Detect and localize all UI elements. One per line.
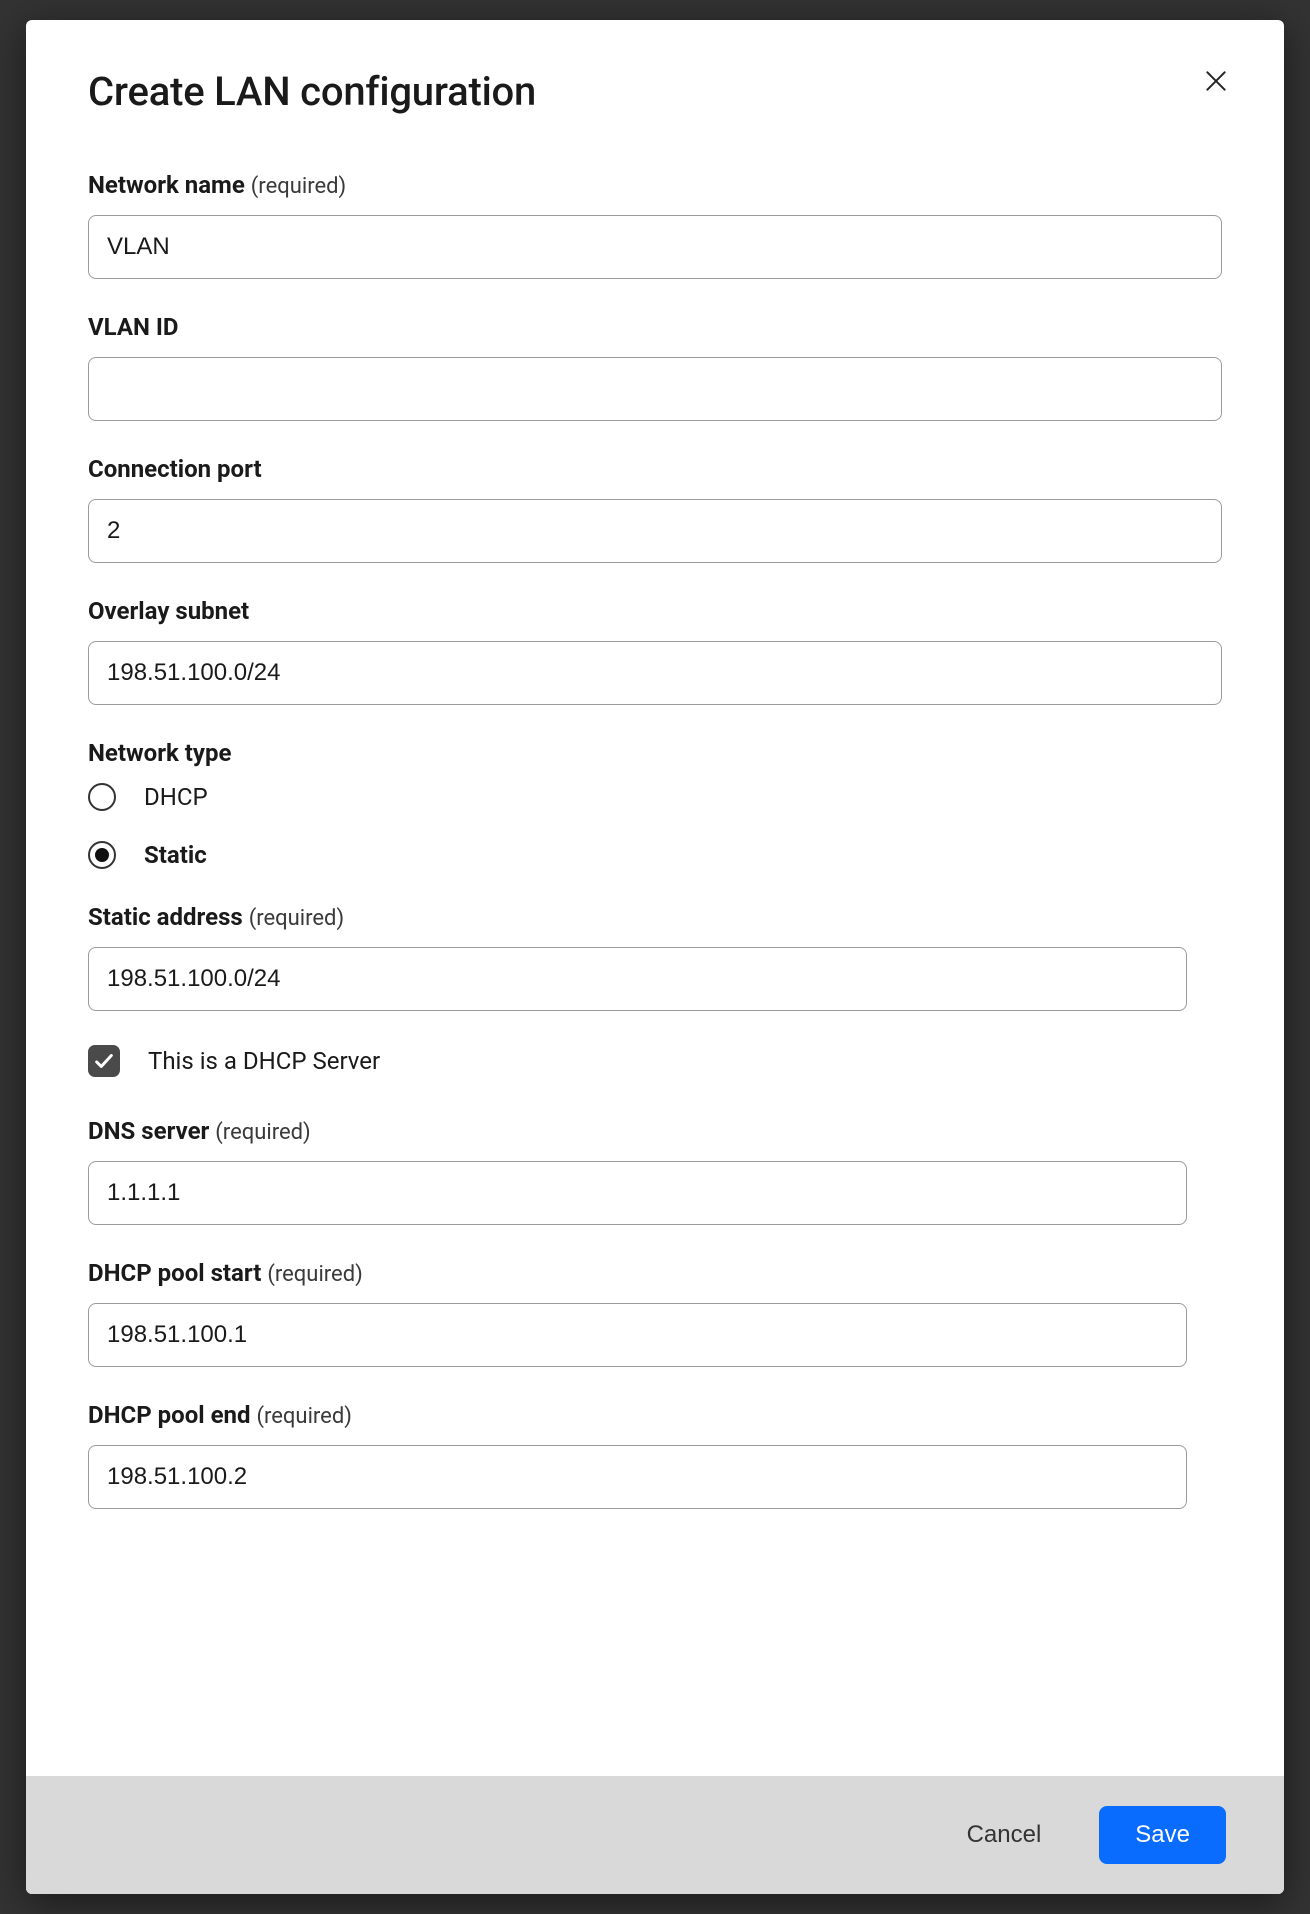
field-dhcp-pool-end: DHCP pool end (required): [88, 1401, 1222, 1509]
field-connection-port: Connection port: [88, 455, 1222, 563]
field-static-address: Static address (required): [88, 903, 1222, 1011]
dns-server-label: DNS server (required): [88, 1117, 1222, 1145]
vlan-id-input[interactable]: [88, 357, 1222, 421]
label-text: DHCP pool end: [88, 1401, 251, 1429]
field-overlay-subnet: Overlay subnet: [88, 597, 1222, 705]
dhcp-pool-start-input[interactable]: [88, 1303, 1187, 1367]
close-button[interactable]: [1198, 64, 1234, 100]
radio-static[interactable]: Static: [88, 841, 1222, 869]
field-network-type: Network type DHCP Static: [88, 739, 1222, 869]
required-suffix: (required): [215, 1120, 310, 1145]
dhcp-server-checkbox-label: This is a DHCP Server: [148, 1047, 380, 1075]
network-name-input[interactable]: [88, 215, 1222, 279]
dhcp-server-checkbox-row[interactable]: This is a DHCP Server: [88, 1045, 1222, 1077]
static-address-input[interactable]: [88, 947, 1187, 1011]
overlay-subnet-input[interactable]: [88, 641, 1222, 705]
network-type-radio-group: DHCP Static: [88, 783, 1222, 869]
radio-dhcp[interactable]: DHCP: [88, 783, 1222, 811]
dns-server-input[interactable]: [88, 1161, 1187, 1225]
connection-port-label: Connection port: [88, 455, 1222, 483]
vlan-id-label: VLAN ID: [88, 313, 1222, 341]
radio-label: Static: [144, 841, 207, 869]
required-suffix: (required): [251, 174, 346, 199]
label-text: Static address: [88, 903, 243, 931]
required-suffix: (required): [249, 906, 344, 931]
dhcp-pool-end-input[interactable]: [88, 1445, 1187, 1509]
dialog-title: Create LAN configuration: [88, 68, 1222, 115]
required-suffix: (required): [256, 1404, 351, 1429]
network-name-label: Network name (required): [88, 171, 1222, 199]
checkbox-checked-icon: [88, 1045, 120, 1077]
radio-icon: [88, 783, 116, 811]
cancel-button[interactable]: Cancel: [937, 1806, 1072, 1864]
close-icon: [1203, 68, 1229, 97]
required-suffix: (required): [267, 1262, 362, 1287]
network-type-label: Network type: [88, 739, 1222, 767]
label-text: DHCP pool start: [88, 1259, 261, 1287]
create-lan-dialog: Create LAN configuration Network name (r…: [26, 20, 1284, 1894]
connection-port-input[interactable]: [88, 499, 1222, 563]
label-text: DNS server: [88, 1117, 209, 1145]
field-network-name: Network name (required): [88, 171, 1222, 279]
dialog-body: Create LAN configuration Network name (r…: [26, 20, 1284, 1776]
overlay-subnet-label: Overlay subnet: [88, 597, 1222, 625]
field-dhcp-pool-start: DHCP pool start (required): [88, 1259, 1222, 1367]
static-address-label: Static address (required): [88, 903, 1222, 931]
label-text: Network name: [88, 171, 245, 199]
radio-icon: [88, 841, 116, 869]
dhcp-pool-start-label: DHCP pool start (required): [88, 1259, 1222, 1287]
field-dns-server: DNS server (required): [88, 1117, 1222, 1225]
dialog-footer: Cancel Save: [26, 1776, 1284, 1894]
save-button[interactable]: Save: [1099, 1806, 1226, 1864]
dhcp-pool-end-label: DHCP pool end (required): [88, 1401, 1222, 1429]
radio-label: DHCP: [144, 783, 208, 811]
field-vlan-id: VLAN ID: [88, 313, 1222, 421]
